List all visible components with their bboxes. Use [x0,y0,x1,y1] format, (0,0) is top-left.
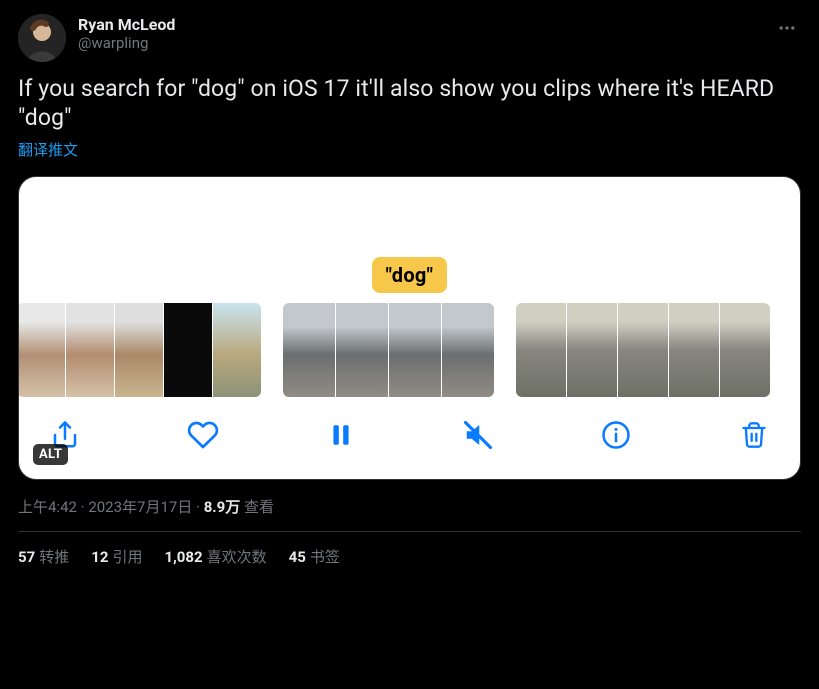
tweet: Ryan McLeod @warpling If you search for … [0,0,819,577]
media-caption-area: "dog" [19,177,800,303]
tweet-media[interactable]: "dog" [18,176,801,480]
clip-group[interactable] [283,303,494,397]
tweet-time[interactable]: 上午4:42 [18,498,77,516]
views-count[interactable]: 8.9万 [204,498,241,516]
timeline-frame [336,303,388,397]
clip-group[interactable] [18,303,261,397]
translate-link[interactable]: 翻译推文 [18,139,78,160]
timeline-frame [669,303,719,397]
media-controls [19,397,800,479]
search-term-label: "dog" [372,257,448,293]
tweet-date[interactable]: 2023年7月17日 [88,498,192,516]
mute-icon[interactable] [460,417,496,453]
tweet-header: Ryan McLeod @warpling [18,14,801,62]
avatar[interactable] [18,14,66,62]
stat-quotes[interactable]: 12引用 [91,546,142,567]
timeline-frame [442,303,494,397]
views-label: 查看 [244,498,274,516]
trash-icon[interactable] [736,417,772,453]
timeline-frame [516,303,566,397]
timeline-frame [115,303,163,397]
timeline-frame [66,303,114,397]
timeline-frame [389,303,441,397]
tweet-meta: 上午4:42 · 2023年7月17日 · 8.9万 查看 [18,496,801,532]
more-icon[interactable] [773,14,801,46]
info-icon[interactable] [598,417,634,453]
tweet-text: If you search for "dog" on iOS 17 it'll … [18,74,801,133]
stat-bookmarks[interactable]: 45书签 [289,546,340,567]
display-name[interactable]: Ryan McLeod [78,16,761,34]
timeline-frame [18,303,65,397]
timeline-frame [720,303,770,397]
pause-icon[interactable] [323,417,359,453]
timeline-frame [213,303,261,397]
tweet-stats: 57转推 12引用 1,082喜欢次数 45书签 [18,532,801,567]
user-names: Ryan McLeod @warpling [78,14,761,53]
timeline-frame [164,303,212,397]
timeline-frame [283,303,335,397]
stat-retweets[interactable]: 57转推 [18,546,69,567]
video-timeline[interactable] [19,303,800,397]
heart-icon[interactable] [185,417,221,453]
clip-group[interactable] [516,303,770,397]
alt-badge[interactable]: ALT [33,444,68,465]
stat-likes[interactable]: 1,082喜欢次数 [164,546,266,567]
user-handle[interactable]: @warpling [78,34,761,53]
timeline-frame [567,303,617,397]
timeline-frame [618,303,668,397]
